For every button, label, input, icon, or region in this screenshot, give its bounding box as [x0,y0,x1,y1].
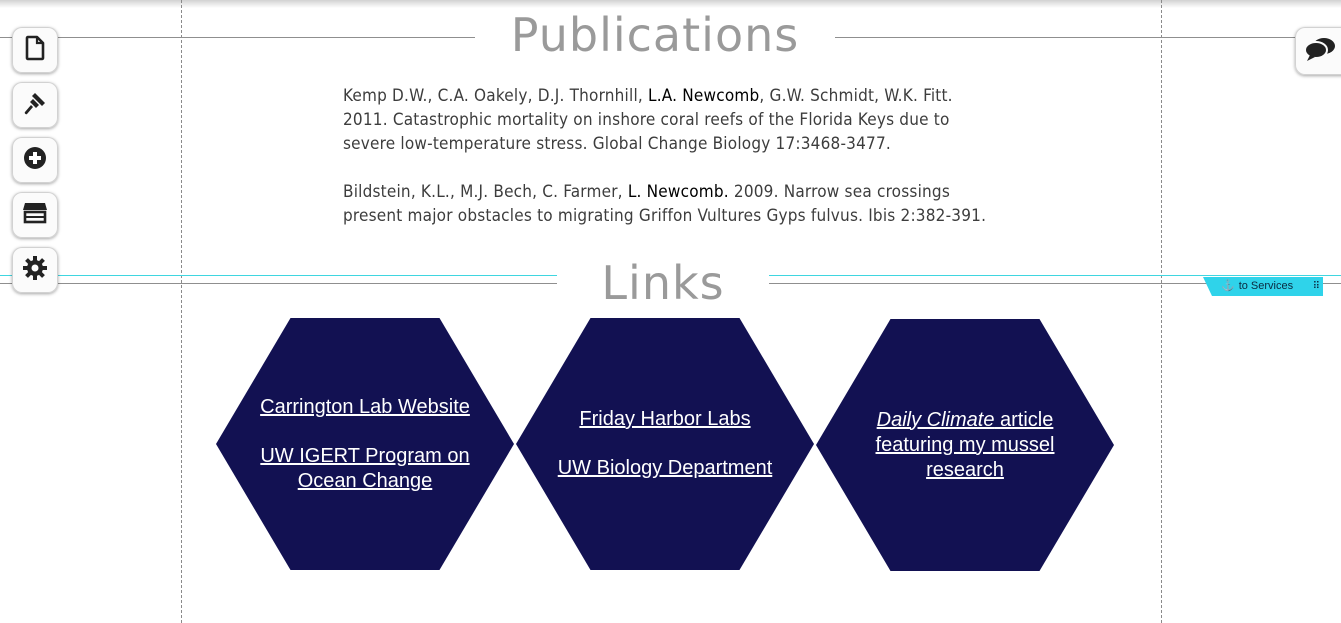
chat-button[interactable] [1295,27,1341,75]
highlighted-author: L.A. Newcomb [648,86,760,106]
page-icon [23,35,47,65]
design-button[interactable] [12,82,58,128]
publication-text-line: severe low-temperature stress. Global Ch… [343,134,891,154]
friday-harbor-link[interactable]: Friday Harbor Labs [579,407,750,432]
drag-grip-icon[interactable]: ⠿ [1313,277,1320,296]
anchor-tag-label: to Services [1238,280,1294,292]
chat-bubbles-icon [1304,36,1336,66]
store-button[interactable] [12,192,58,238]
publication-entry: Bildstein, K.L., M.J. Bech, C. Farmer, L… [343,180,1053,228]
daily-climate-italic: Daily Climate [876,408,995,431]
gear-icon [22,255,48,285]
top-shadow [0,0,1341,8]
anchor-icon: ⚓ [1221,280,1235,292]
pages-button[interactable] [12,27,58,73]
publications-title: Publications [510,8,800,62]
carrington-lab-link[interactable]: Carrington Lab Website [260,395,470,420]
add-circle-icon [22,145,48,175]
links-title: Links [601,256,725,310]
right-layout-guide [1161,0,1162,623]
paintbrush-icon [22,90,48,120]
publication-text-line: 2011. Catastrophic mortality on inshore … [343,110,950,130]
uw-biology-link[interactable]: UW Biology Department [558,456,773,481]
publication-text-line: present major obstacles to migrating Gri… [343,206,987,226]
publication-entry: Kemp D.W., C.A. Oakely, D.J. Thornhill, … [343,84,1053,156]
section-anchor-line-right [769,275,1341,276]
section-anchor-line-left [0,275,557,276]
publication-authors: Bildstein, K.L., M.J. Bech, C. Farmer, [343,182,628,202]
link-hexagon: Daily Climate article featuring my musse… [816,319,1114,571]
uw-igert-link[interactable]: UW IGERT Program on Ocean Change [256,444,474,494]
publication-authors: Kemp D.W., C.A. Oakely, D.J. Thornhill, [343,86,649,106]
anchor-tag-to-services[interactable]: ⚓ to Services ⠿ [1203,277,1323,296]
publications-rule-right [835,37,1341,38]
left-layout-guide [181,0,182,623]
add-button[interactable] [12,137,58,183]
publications-rule-left [0,37,475,38]
publication-authors-rest: , G.W. Schmidt, W.K. Fitt. [759,86,953,106]
daily-climate-article-link[interactable]: Daily Climate article featuring my musse… [856,408,1074,483]
links-rule-left [0,283,557,284]
link-hexagon: Friday Harbor Labs UW Biology Department [516,318,814,570]
highlighted-author: L. Newcomb. [627,182,729,202]
store-icon [22,201,48,229]
settings-button[interactable] [12,247,58,293]
publication-authors-rest: 2009. Narrow sea crossings [728,182,950,202]
link-hexagon: Carrington Lab Website UW IGERT Program … [216,318,514,570]
